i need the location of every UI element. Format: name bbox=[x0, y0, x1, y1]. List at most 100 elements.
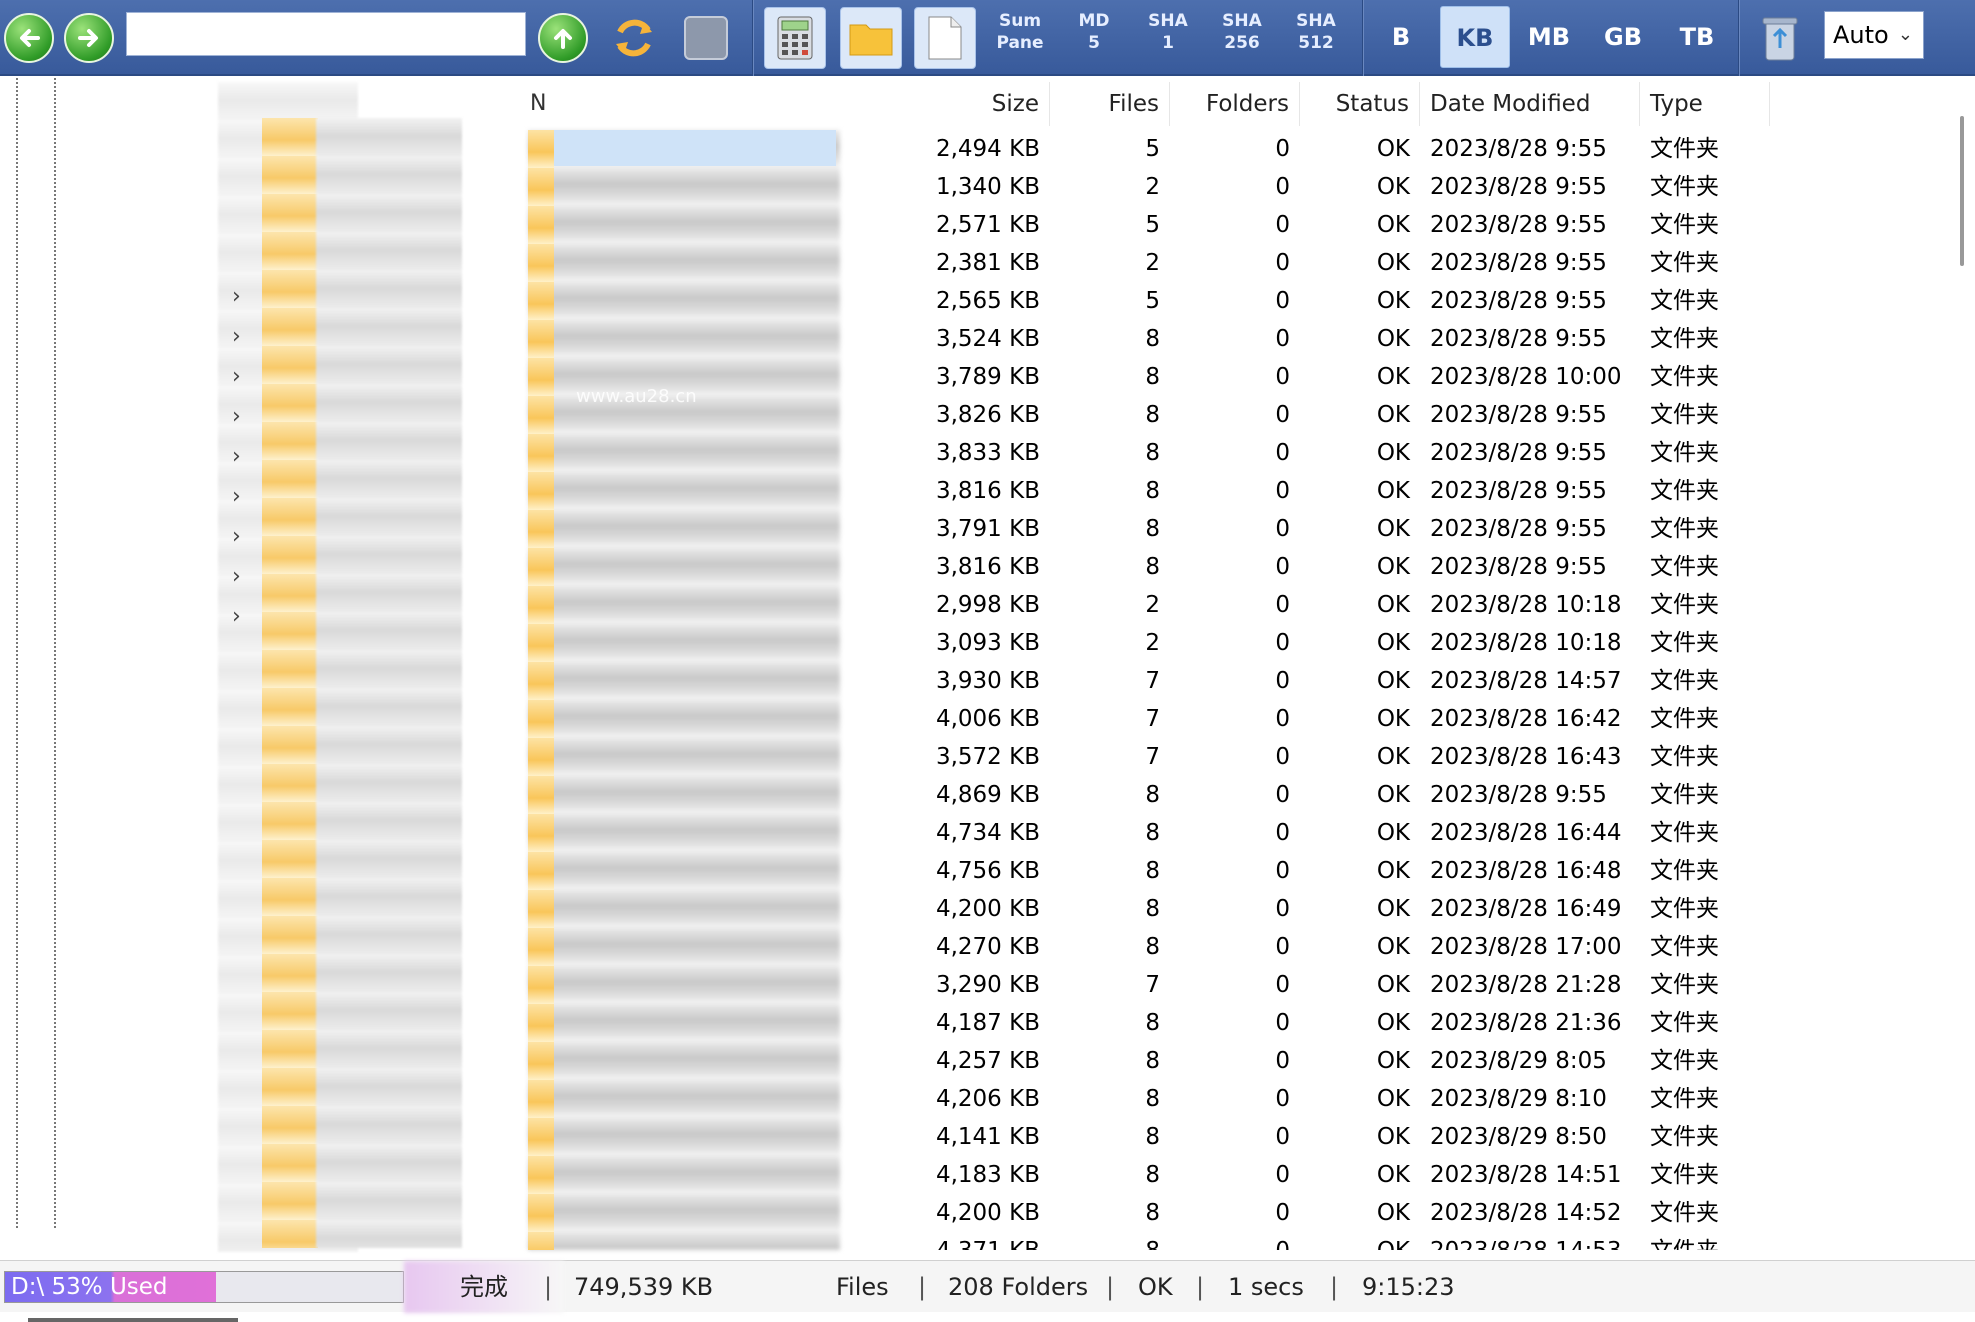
chevron-right-icon[interactable]: › bbox=[232, 404, 241, 429]
file-list[interactable]: 2,494 KB 5 0 OK 2023/8/28 9:55 文件夹 1,340 KB 2 0 O… bbox=[840, 130, 1770, 1250]
cell-folders: 0 bbox=[1275, 668, 1290, 694]
table-row[interactable]: 4,183 KB 8 0 OK 2023/8/28 14:51 文件夹 bbox=[840, 1156, 1770, 1194]
table-row[interactable]: 2,494 KB 5 0 OK 2023/8/28 9:55 文件夹 bbox=[840, 130, 1770, 168]
table-row[interactable]: 3,093 KB 2 0 OK 2023/8/28 10:18 文件夹 bbox=[840, 624, 1770, 662]
unit-mb-button[interactable]: MB bbox=[1514, 6, 1584, 68]
cell-type: 文件夹 bbox=[1650, 858, 1719, 884]
table-row[interactable]: 3,833 KB 8 0 OK 2023/8/28 9:55 文件夹 bbox=[840, 434, 1770, 472]
table-row[interactable]: 4,270 KB 8 0 OK 2023/8/28 17:00 文件夹 bbox=[840, 928, 1770, 966]
table-row[interactable]: 4,200 KB 8 0 OK 2023/8/28 14:52 文件夹 bbox=[840, 1194, 1770, 1232]
column-header-status[interactable]: Status bbox=[1300, 82, 1420, 126]
table-row[interactable]: 3,930 KB 7 0 OK 2023/8/28 14:57 文件夹 bbox=[840, 662, 1770, 700]
cell-files: 8 bbox=[1145, 1124, 1160, 1150]
cell-files: 5 bbox=[1145, 136, 1160, 162]
cell-type: 文件夹 bbox=[1650, 402, 1719, 428]
cell-files: 5 bbox=[1145, 212, 1160, 238]
table-row[interactable]: 2,381 KB 2 0 OK 2023/8/28 9:55 文件夹 bbox=[840, 244, 1770, 282]
tree-horizontal-scrollbar[interactable] bbox=[28, 1318, 238, 1322]
column-header-name[interactable]: N bbox=[524, 82, 836, 126]
table-row[interactable]: 2,571 KB 5 0 OK 2023/8/28 9:55 文件夹 bbox=[840, 206, 1770, 244]
unit-tb-button[interactable]: TB bbox=[1662, 6, 1732, 68]
cell-size: 4,187 KB bbox=[935, 1010, 1040, 1036]
cell-folders: 0 bbox=[1275, 744, 1290, 770]
table-row[interactable]: 3,789 KB 8 0 OK 2023/8/28 10:00 文件夹 bbox=[840, 358, 1770, 396]
table-row[interactable]: 4,200 KB 8 0 OK 2023/8/28 16:49 文件夹 bbox=[840, 890, 1770, 928]
chevron-right-icon[interactable]: › bbox=[232, 444, 241, 469]
back-button[interactable] bbox=[4, 6, 54, 70]
table-row[interactable]: 4,187 KB 8 0 OK 2023/8/28 21:36 文件夹 bbox=[840, 1004, 1770, 1042]
calculator-button[interactable] bbox=[764, 6, 826, 70]
table-row[interactable]: 3,826 KB 8 0 OK 2023/8/28 9:55 文件夹 bbox=[840, 396, 1770, 434]
table-row[interactable]: 4,869 KB 8 0 OK 2023/8/28 9:55 文件夹 bbox=[840, 776, 1770, 814]
unit-b-button[interactable]: B bbox=[1366, 6, 1436, 68]
table-row[interactable]: 3,791 KB 8 0 OK 2023/8/28 9:55 文件夹 bbox=[840, 510, 1770, 548]
cell-type: 文件夹 bbox=[1650, 1200, 1719, 1226]
sum-pane-button[interactable]: Sum Pane bbox=[988, 10, 1052, 54]
cell-size: 2,998 KB bbox=[935, 592, 1040, 618]
cell-status: OK bbox=[1376, 250, 1410, 276]
column-header-date-modified[interactable]: Date Modified bbox=[1420, 82, 1640, 126]
table-row[interactable]: 3,816 KB 8 0 OK 2023/8/28 9:55 文件夹 bbox=[840, 472, 1770, 510]
refresh-button[interactable] bbox=[608, 6, 660, 70]
sha1-button[interactable]: SHA 1 bbox=[1136, 10, 1200, 54]
column-header-type[interactable]: Type bbox=[1640, 82, 1770, 126]
column-header-files[interactable]: Files bbox=[1050, 82, 1170, 126]
table-row[interactable]: 4,371 KB80OK2023/8/28 14:53文件夹 bbox=[840, 1232, 1770, 1250]
up-folder-button[interactable] bbox=[538, 6, 588, 70]
chevron-right-icon[interactable]: › bbox=[232, 284, 241, 309]
cell-files: 5 bbox=[1145, 288, 1160, 314]
stop-button[interactable] bbox=[684, 6, 728, 70]
unit-gb-button[interactable]: GB bbox=[1588, 6, 1658, 68]
file-view-button[interactable] bbox=[914, 6, 976, 70]
refresh-icon bbox=[616, 19, 652, 57]
cell-files: 8 bbox=[1145, 326, 1160, 352]
unit-kb-button[interactable]: KB bbox=[1440, 6, 1510, 68]
table-row[interactable]: 3,816 KB 8 0 OK 2023/8/28 9:55 文件夹 bbox=[840, 548, 1770, 586]
table-row[interactable]: 2,998 KB 2 0 OK 2023/8/28 10:18 文件夹 bbox=[840, 586, 1770, 624]
cell-type: 文件夹 bbox=[1650, 1162, 1719, 1188]
cell-size: 3,791 KB bbox=[935, 516, 1040, 542]
table-row[interactable]: 3,290 KB 7 0 OK 2023/8/28 21:28 文件夹 bbox=[840, 966, 1770, 1004]
table-row[interactable]: 4,141 KB 8 0 OK 2023/8/29 8:50 文件夹 bbox=[840, 1118, 1770, 1156]
address-input[interactable] bbox=[126, 12, 526, 56]
vertical-scrollbar[interactable] bbox=[1960, 116, 1964, 266]
table-row[interactable]: 2,565 KB 5 0 OK 2023/8/28 9:55 文件夹 bbox=[840, 282, 1770, 320]
sha256-button[interactable]: SHA 256 bbox=[1210, 10, 1274, 54]
sha512-button[interactable]: SHA 512 bbox=[1284, 10, 1348, 54]
cell-type: 文件夹 bbox=[1650, 516, 1719, 542]
cell-status: OK bbox=[1376, 782, 1410, 808]
table-row[interactable]: 3,524 KB 8 0 OK 2023/8/28 9:55 文件夹 bbox=[840, 320, 1770, 358]
column-header-size[interactable]: Size bbox=[840, 82, 1050, 126]
folder-tree-pane[interactable]: › › › › › › › › › bbox=[0, 78, 520, 1322]
md5-button[interactable]: MD 5 bbox=[1062, 10, 1126, 54]
chevron-right-icon[interactable]: › bbox=[232, 564, 241, 589]
table-row[interactable]: 4,756 KB 8 0 OK 2023/8/28 16:48 文件夹 bbox=[840, 852, 1770, 890]
cell-status: OK bbox=[1376, 668, 1410, 694]
calculator-icon bbox=[777, 16, 813, 60]
table-row[interactable]: 4,006 KB 7 0 OK 2023/8/28 16:42 文件夹 bbox=[840, 700, 1770, 738]
table-row[interactable]: 4,734 KB 8 0 OK 2023/8/28 16:44 文件夹 bbox=[840, 814, 1770, 852]
table-row[interactable]: 1,340 KB 2 0 OK 2023/8/28 9:55 文件夹 bbox=[840, 168, 1770, 206]
chevron-right-icon[interactable]: › bbox=[232, 324, 241, 349]
chevron-right-icon[interactable]: › bbox=[232, 364, 241, 389]
table-row[interactable]: 4,206 KB 8 0 OK 2023/8/29 8:10 文件夹 bbox=[840, 1080, 1770, 1118]
cell-status: OK bbox=[1376, 478, 1410, 504]
cell-type: 文件夹 bbox=[1650, 554, 1719, 580]
table-row[interactable]: 4,257 KB 8 0 OK 2023/8/29 8:05 文件夹 bbox=[840, 1042, 1770, 1080]
forward-button[interactable] bbox=[64, 6, 114, 70]
cell-status: OK bbox=[1376, 1010, 1410, 1036]
cell-date-modified: 2023/8/28 10:00 bbox=[1430, 364, 1622, 390]
chevron-right-icon[interactable]: › bbox=[232, 604, 241, 629]
chevron-right-icon[interactable]: › bbox=[232, 524, 241, 549]
tree-guide-line bbox=[54, 78, 56, 1228]
recycle-bin-button[interactable] bbox=[1760, 6, 1800, 70]
cell-folders: 0 bbox=[1275, 212, 1290, 238]
cell-date-modified: 2023/8/28 17:00 bbox=[1430, 934, 1622, 960]
chevron-right-icon[interactable]: › bbox=[232, 484, 241, 509]
size-format-select[interactable]: Auto ⌄ bbox=[1824, 11, 1924, 59]
table-row[interactable]: 3,572 KB 7 0 OK 2023/8/28 16:43 文件夹 bbox=[840, 738, 1770, 776]
column-header-folders[interactable]: Folders bbox=[1170, 82, 1300, 126]
folder-view-button[interactable] bbox=[840, 6, 902, 70]
cell-type: 文件夹 bbox=[1650, 1010, 1719, 1036]
cell-files: 8 bbox=[1145, 1162, 1160, 1188]
